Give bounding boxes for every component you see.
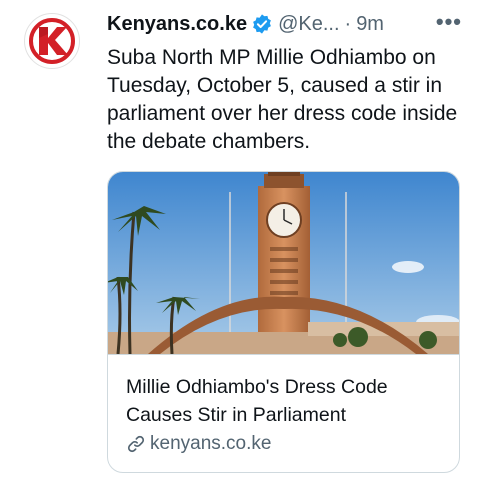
link-icon (127, 435, 145, 453)
avatar[interactable] (24, 13, 80, 69)
timestamp[interactable]: 9m (356, 13, 384, 36)
link-card[interactable]: Millie Odhiambo's Dress Code Causes Stir… (107, 171, 460, 473)
tweet-text: Suba North MP Millie Odhiambo on Tuesday… (107, 46, 458, 153)
tweet-header: Kenyans.co.ke @Ke... · 9m ••• (107, 11, 462, 36)
card-image[interactable] (108, 172, 459, 354)
card-title[interactable]: Millie Odhiambo's Dress Code Causes Stir… (126, 373, 446, 429)
author-handle[interactable]: @Ke... (278, 13, 339, 36)
author-name[interactable]: Kenyans.co.ke (107, 13, 247, 36)
more-options-icon[interactable]: ••• (436, 11, 462, 33)
card-domain[interactable]: kenyans.co.ke (150, 433, 271, 455)
parliament-clock-tower-image (108, 172, 459, 354)
card-info[interactable]: Millie Odhiambo's Dress Code Causes Stir… (108, 354, 459, 472)
separator-dot: · (344, 12, 352, 35)
kenyans-logo-icon (39, 27, 68, 55)
verified-badge-icon (253, 14, 271, 34)
card-domain-row[interactable]: kenyans.co.ke (126, 433, 271, 455)
